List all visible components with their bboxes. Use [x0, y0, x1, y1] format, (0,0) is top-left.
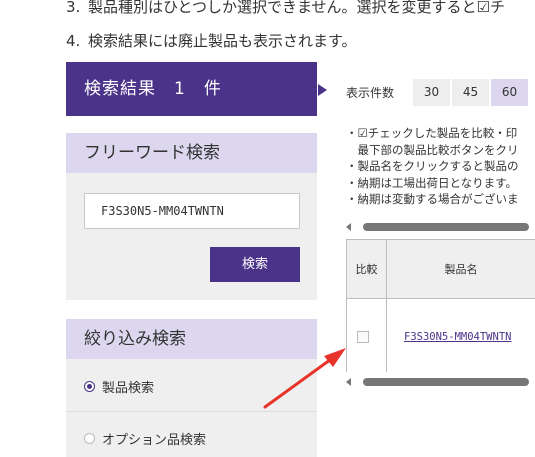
horizontal-scrollbar[interactable]	[346, 376, 535, 388]
display-count-label: 表示件数	[346, 86, 395, 100]
scroll-left-icon[interactable]	[346, 223, 351, 231]
count-option-60[interactable]: 60	[491, 79, 528, 106]
notice-item: ・☑チェックした製品を比較・印	[346, 126, 518, 140]
scroll-thumb[interactable]	[363, 223, 529, 231]
notice-item: ・製品名をクリックすると製品の	[346, 159, 519, 173]
radio-label: 製品検索	[102, 381, 155, 396]
notice-item: 最下部の製品比較ボタンをクリ	[346, 142, 519, 157]
scroll-thumb[interactable]	[363, 378, 529, 386]
freeword-search-panel: フリーワード検索 検索	[66, 133, 317, 300]
search-result-count: 検索結果 1 件	[66, 62, 317, 116]
search-button[interactable]: 検索	[210, 247, 300, 282]
horizontal-scrollbar[interactable]	[346, 221, 535, 233]
compare-cell	[346, 299, 387, 372]
product-search-radio[interactable]: 製品検索	[84, 377, 154, 396]
notice-list: ・☑チェックした製品を比較・印 最下部の製品比較ボタンをクリ ・製品名をクリック…	[346, 125, 519, 208]
narrow-search-title: 絞り込み検索	[66, 319, 317, 359]
count-option-30[interactable]: 30	[413, 79, 450, 106]
product-link[interactable]: F3S30N5-MM04TWNTN	[404, 331, 511, 343]
radio-selected-icon[interactable]	[84, 381, 95, 392]
search-input[interactable]	[84, 193, 300, 229]
divider	[66, 411, 317, 412]
radio-label: オプション品検索	[102, 433, 207, 448]
compare-column-header: 比較	[346, 239, 387, 299]
results-table: 比較 製品名 F3S30N5-MM04TWNTN	[346, 239, 535, 372]
result-pointer-icon	[318, 84, 327, 96]
instruction-number: 4.	[66, 32, 81, 50]
instruction-text: 検索結果には廃止製品も表示されます。	[88, 32, 357, 50]
narrow-search-panel: 絞り込み検索 製品検索 オプション品検索	[66, 319, 317, 457]
count-option-45[interactable]: 45	[452, 79, 489, 106]
compare-checkbox[interactable]	[357, 331, 369, 343]
instruction-text: 製品種別はひとつしか選択できません。選択を変更すると☑チ	[88, 0, 505, 16]
freeword-search-title: フリーワード検索	[66, 133, 317, 173]
radio-unselected-icon[interactable]	[84, 433, 95, 444]
notice-item: ・納期は変動する場合がございま	[346, 192, 519, 206]
instruction-3: 3. 製品種別はひとつしか選択できません。選択を変更すると☑チ	[66, 0, 505, 17]
option-search-radio[interactable]: オプション品検索	[84, 429, 206, 448]
notice-item: ・納期は工場出荷日となります。	[346, 175, 518, 190]
product-name-column-header: 製品名	[387, 239, 535, 299]
instruction-number: 3.	[66, 0, 81, 16]
scroll-left-icon[interactable]	[346, 378, 351, 386]
instruction-4: 4. 検索結果には廃止製品も表示されます。	[66, 30, 357, 51]
